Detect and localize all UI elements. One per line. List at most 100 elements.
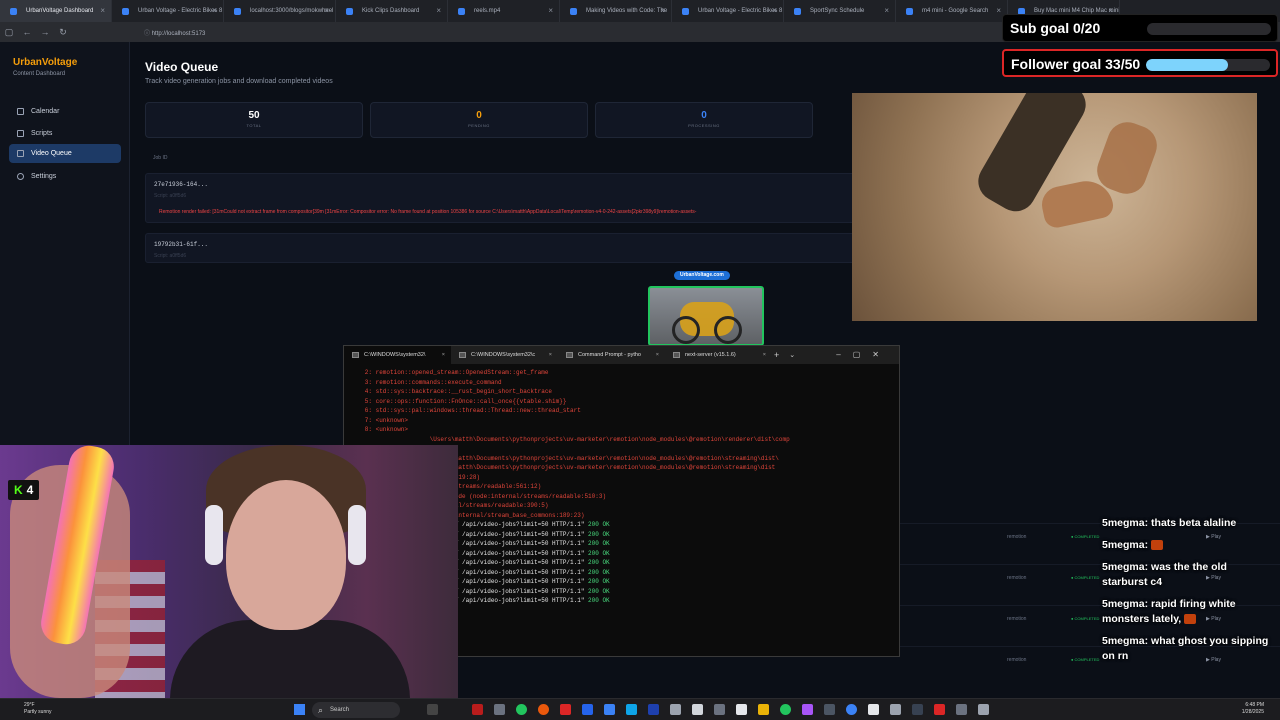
weather-widget[interactable]: 29°F Partly sunny bbox=[24, 702, 52, 716]
taskbar-search[interactable]: Search bbox=[312, 702, 400, 718]
app-icon[interactable] bbox=[670, 704, 681, 715]
close-icon[interactable]: × bbox=[772, 0, 777, 22]
close-icon[interactable]: × bbox=[996, 0, 1001, 22]
back-icon[interactable]: ← bbox=[18, 27, 36, 37]
browser-tab[interactable]: Making Videos with Code: The × bbox=[560, 0, 672, 22]
terminal-tab[interactable]: C:\WINDOWS\system32\c × bbox=[451, 346, 558, 364]
browser-tab[interactable]: SportSync Schedule × bbox=[784, 0, 896, 22]
url-field[interactable]: http://localhost:5173 bbox=[144, 28, 206, 37]
terminal-tab-label: C:\WINDOWS\system32\ bbox=[364, 352, 426, 358]
close-icon[interactable]: × bbox=[884, 0, 889, 22]
new-tab-icon[interactable]: + bbox=[774, 350, 779, 360]
job-row[interactable]: 19792b31-61f... Script: a0ff5d6 bbox=[145, 233, 857, 263]
sub-goal-widget: Sub goal 0/20 bbox=[1002, 14, 1278, 42]
system-clock[interactable]: 6:48 PM 1/28/2025 bbox=[1242, 702, 1264, 716]
app-icon[interactable] bbox=[956, 704, 967, 715]
terminal-line: 4: std::sys::backtrace::__rust_begin_sho… bbox=[354, 388, 553, 395]
browser-tab[interactable]: Urban Voltage - Electric Bikes 8 × bbox=[112, 0, 224, 22]
forward-icon[interactable]: → bbox=[36, 27, 54, 37]
app-icon[interactable] bbox=[560, 704, 571, 715]
app-icon[interactable] bbox=[934, 704, 945, 715]
close-icon[interactable]: × bbox=[100, 0, 105, 22]
spotify-icon[interactable] bbox=[516, 704, 527, 715]
task-view-icon[interactable] bbox=[427, 704, 438, 715]
chat-message: 5megma: what ghost you sipping on rn bbox=[1102, 634, 1272, 664]
close-icon[interactable]: × bbox=[324, 0, 329, 22]
brand-logo[interactable]: UrbanVoltage bbox=[13, 57, 77, 68]
stat-total: 50 TOTAL bbox=[145, 102, 363, 138]
terminal-tab[interactable]: next-server (v15.1.6) × bbox=[665, 346, 772, 364]
favicon-icon bbox=[458, 8, 465, 15]
job-script: Script: a0ff5d6 bbox=[154, 253, 187, 259]
terminal-line: \Users\matth\Documents\pythonprojects\uv… bbox=[354, 435, 790, 443]
chrome-icon[interactable] bbox=[780, 704, 791, 715]
kick-logo-icon: K bbox=[14, 483, 23, 497]
favicon-icon bbox=[234, 8, 241, 15]
clock-time: 6:48 PM bbox=[1245, 702, 1264, 708]
close-icon[interactable]: × bbox=[656, 346, 659, 364]
app-icon[interactable] bbox=[692, 704, 703, 715]
video-icon bbox=[17, 150, 24, 157]
close-icon[interactable]: × bbox=[212, 0, 217, 22]
favicon-icon bbox=[122, 8, 129, 15]
obs-icon[interactable] bbox=[912, 704, 923, 715]
app-icon[interactable] bbox=[494, 704, 505, 715]
app-icon[interactable] bbox=[648, 704, 659, 715]
vscode-icon[interactable] bbox=[582, 704, 593, 715]
close-icon[interactable]: × bbox=[660, 0, 665, 22]
close-icon[interactable]: × bbox=[763, 346, 766, 364]
reload-icon[interactable]: ↻ bbox=[54, 27, 72, 38]
browser-tab-label: Urban Voltage - Electric Bikes 8 bbox=[138, 8, 223, 14]
window-controls[interactable]: –▢✕ bbox=[836, 346, 891, 364]
sidebar-toggle-icon[interactable]: ▢ bbox=[0, 27, 18, 38]
job-script: Script: a0ff5d6 bbox=[154, 193, 187, 199]
gear-icon bbox=[17, 173, 24, 180]
browser-tab[interactable]: reels.mp4 × bbox=[448, 0, 560, 22]
app-icon[interactable] bbox=[802, 704, 813, 715]
video-thumbnail-preview[interactable]: UrbanVoltage.com bbox=[638, 268, 772, 348]
terminal-tab[interactable]: C:\WINDOWS\system32\ × bbox=[344, 346, 451, 364]
stat-label: TOTAL bbox=[246, 123, 262, 128]
chat-username: 5megma: bbox=[1102, 635, 1149, 647]
close-icon[interactable]: × bbox=[549, 346, 552, 364]
close-icon[interactable]: × bbox=[548, 0, 553, 22]
folder-icon[interactable] bbox=[758, 704, 769, 715]
browser-tab[interactable]: Kick Clips Dashboard × bbox=[336, 0, 448, 22]
browser-tab[interactable]: UrbanVoltage Dashboard × bbox=[0, 0, 112, 22]
sidebar-item-video-queue[interactable]: Video Queue bbox=[9, 144, 121, 163]
terminal-line: 6: std::sys::pal::windows::thread::Threa… bbox=[354, 407, 581, 414]
app-icon[interactable] bbox=[472, 704, 483, 715]
browser-tab[interactable]: Urban Voltage - Electric Bikes 8 × bbox=[672, 0, 784, 22]
chevron-down-icon[interactable]: ⌄ bbox=[789, 351, 795, 359]
steam-icon[interactable] bbox=[604, 704, 615, 715]
job-error-message: Remotion render failed: [31mCould not ex… bbox=[159, 209, 697, 215]
terminal-tab-label: next-server (v15.1.6) bbox=[685, 352, 736, 358]
sub-goal-progress bbox=[1147, 23, 1271, 35]
firefox-icon[interactable] bbox=[538, 704, 549, 715]
favicon-icon bbox=[10, 8, 17, 15]
sidebar-item-scripts[interactable]: Scripts bbox=[9, 124, 121, 143]
app-icon[interactable] bbox=[978, 704, 989, 715]
windows-start-icon[interactable] bbox=[294, 704, 305, 715]
terminal-line: 2: remotion::opened_stream::OpenedStream… bbox=[354, 369, 549, 376]
terminal-line: 8: <unknown> bbox=[354, 426, 409, 433]
app-icon[interactable] bbox=[714, 704, 725, 715]
job-row[interactable]: 27e71936-164... Script: a0ff5d6 Remotion… bbox=[145, 173, 857, 223]
app-icon[interactable] bbox=[824, 704, 835, 715]
terminal-icon[interactable] bbox=[736, 704, 747, 715]
viewer-count: 4 bbox=[26, 483, 34, 497]
streamer-shirt bbox=[170, 620, 410, 698]
kick-viewer-badge: K4 bbox=[8, 480, 40, 500]
sidebar-item-settings[interactable]: Settings bbox=[9, 167, 121, 186]
browser-tab-label: SportSync Schedule bbox=[810, 8, 865, 14]
app-icon[interactable] bbox=[890, 704, 901, 715]
close-icon[interactable]: × bbox=[436, 0, 441, 22]
browser-tab[interactable]: m4 mini - Google Search × bbox=[896, 0, 1008, 22]
app-icon[interactable] bbox=[626, 704, 637, 715]
terminal-tab[interactable]: Command Prompt - pytho × bbox=[558, 346, 665, 364]
close-icon[interactable]: × bbox=[442, 346, 445, 364]
app-icon[interactable] bbox=[868, 704, 879, 715]
edge-icon[interactable] bbox=[846, 704, 857, 715]
browser-tab[interactable]: localhost:3000/blogs/mokwheel × bbox=[224, 0, 336, 22]
sidebar-item-calendar[interactable]: Calendar bbox=[9, 102, 121, 121]
